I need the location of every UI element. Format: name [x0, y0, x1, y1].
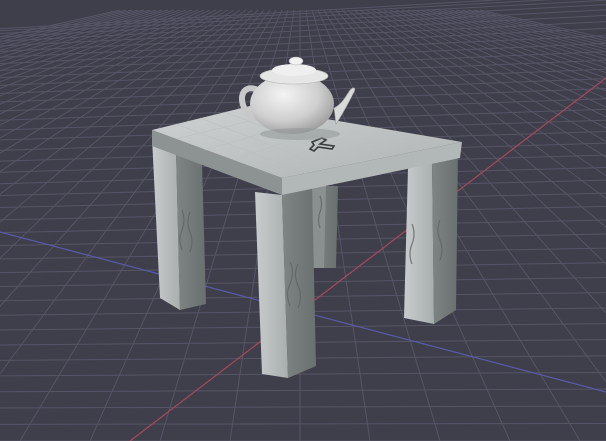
table-leg-right [404, 160, 434, 324]
table-object[interactable] [152, 106, 462, 378]
teapot-knob [288, 56, 304, 66]
grid-line [365, 9, 606, 158]
grid-line [0, 388, 606, 393]
grid-line [479, 9, 606, 39]
grid-line [467, 9, 606, 44]
grid-line [0, 9, 247, 195]
viewport-canvas[interactable] [0, 0, 606, 441]
grid-line [0, 9, 271, 375]
grid-line [359, 9, 606, 177]
grid-line [0, 27, 606, 58]
grid-line [0, 9, 181, 72]
grid-line [0, 405, 606, 409]
3d-viewport[interactable] [0, 0, 606, 441]
grid-line [473, 9, 606, 42]
grid-line [0, 371, 606, 377]
grid-line [0, 422, 606, 425]
grid-line [0, 9, 169, 62]
grid-line [19, 9, 277, 441]
